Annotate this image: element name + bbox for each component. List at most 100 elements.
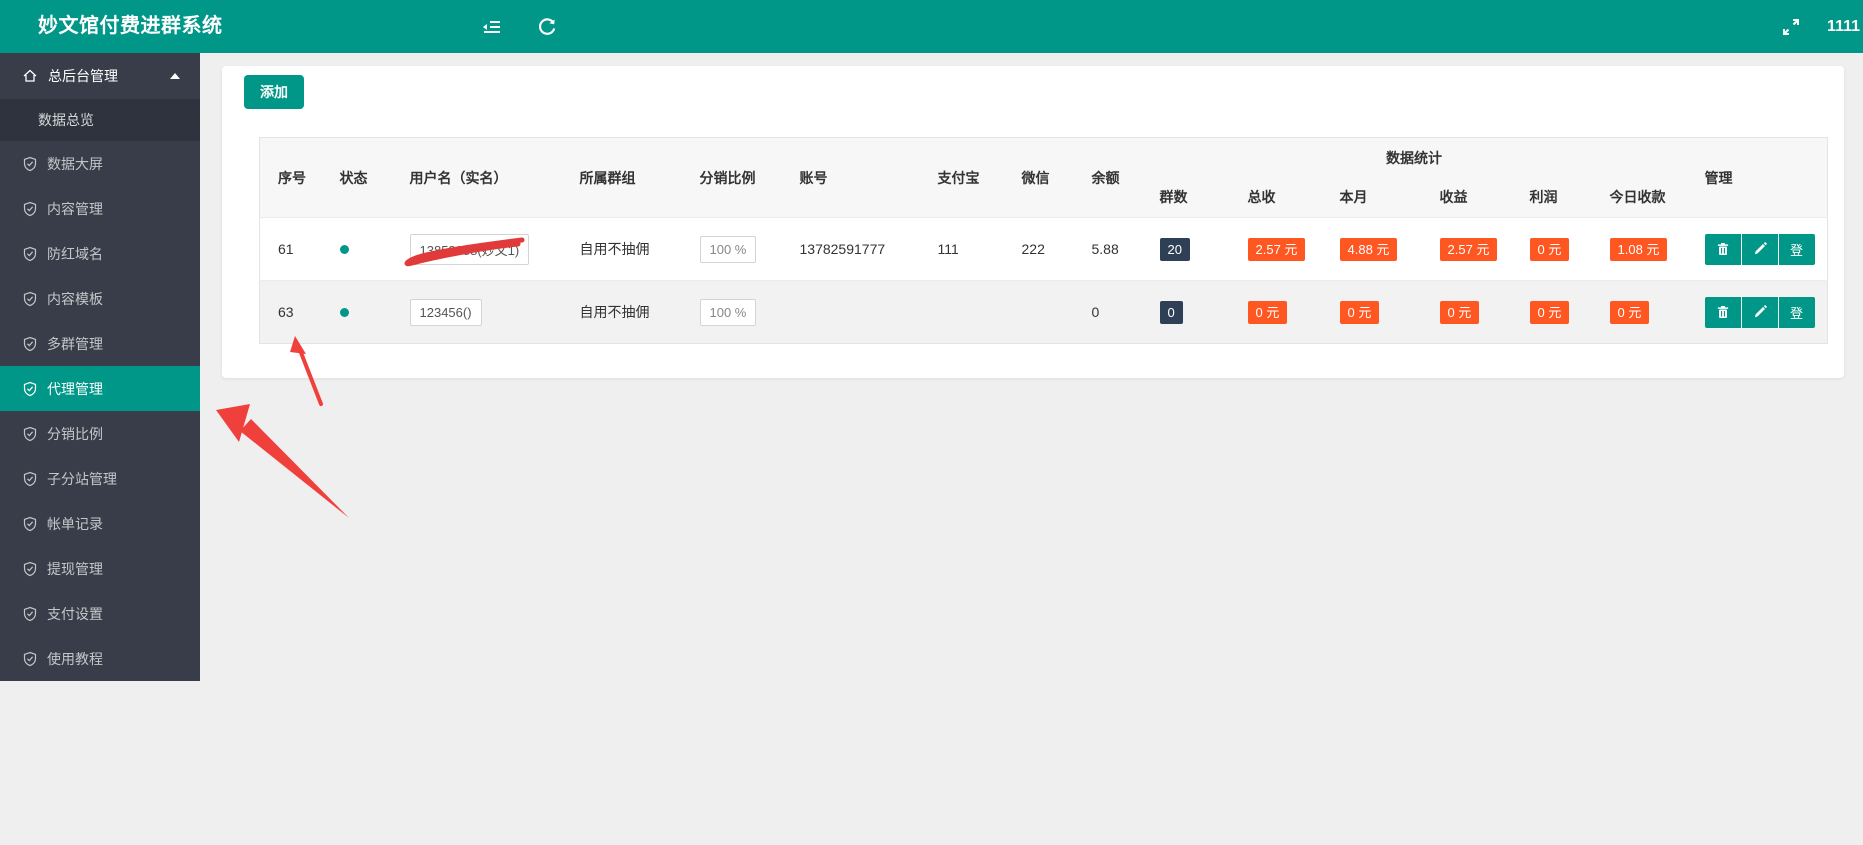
trash-icon <box>1717 243 1728 255</box>
today-badge: 0 元 <box>1609 300 1650 324</box>
table-header: 序号 状态 用户名（实名） 所属群组 分销比例 账号 支付宝 微信 余额 数据统… <box>259 137 1828 218</box>
shield-check-icon <box>23 561 37 576</box>
sidebar-item-distribution-ratio[interactable]: 分销比例 <box>0 411 200 456</box>
edit-button[interactable] <box>1741 233 1778 265</box>
col-header-username: 用户名（实名） <box>409 169 508 186</box>
cell-wechat <box>1004 281 1074 344</box>
shield-check-icon <box>23 426 37 441</box>
sidebar-item-label: 使用教程 <box>47 650 103 667</box>
sidebar-item-label: 多群管理 <box>47 335 103 352</box>
cell-account <box>782 281 920 344</box>
group-count-badge: 0 <box>1159 300 1183 324</box>
delete-button[interactable] <box>1704 296 1741 328</box>
pencil-icon <box>1754 305 1767 318</box>
col-header-profit: 利润 <box>1529 189 1558 206</box>
col-header-group-count: 群数 <box>1159 189 1188 206</box>
sidebar-item-substation-mgmt[interactable]: 子分站管理 <box>0 456 200 501</box>
sidebar-item-label: 数据大屏 <box>47 155 103 172</box>
sidebar-item-content-template[interactable]: 内容模板 <box>0 276 200 321</box>
shield-check-icon <box>23 291 37 306</box>
cell-total: 0 元 <box>1230 281 1322 344</box>
username-box[interactable]: 13858888(妙文1) <box>409 233 530 265</box>
col-header-today: 今日收款 <box>1609 189 1666 206</box>
today-badge: 1.08 元 <box>1609 237 1668 261</box>
add-button[interactable]: 添加 <box>244 75 304 109</box>
sidebar-item-data-overview[interactable]: 数据总览 <box>0 99 200 141</box>
shield-check-icon <box>23 606 37 621</box>
shield-check-icon <box>23 516 37 531</box>
ratio-box[interactable]: 100 % <box>699 298 757 326</box>
income-badge: 0 元 <box>1439 300 1480 324</box>
cell-seq: 61 <box>278 241 294 257</box>
cell-today: 1.08 元 <box>1592 218 1687 281</box>
cell-profit: 0 元 <box>1512 281 1592 344</box>
sidebar-item-withdrawal-mgmt[interactable]: 提现管理 <box>0 546 200 591</box>
login-as-button[interactable]: 登 <box>1778 233 1815 265</box>
sidebar-item-label: 代理管理 <box>47 380 103 397</box>
status-dot <box>339 308 349 317</box>
sidebar: 总后台管理 数据总览 数据大屏 内容管理 防红域名 内容模板 多群管理 代理管理… <box>0 53 200 681</box>
col-header-wechat: 微信 <box>1021 169 1050 186</box>
shield-check-icon <box>23 381 37 396</box>
cell-account: 13782591777 <box>799 241 886 257</box>
cell-group-count: 0 <box>1142 281 1230 344</box>
group-count-badge: 20 <box>1159 237 1190 261</box>
delete-button[interactable] <box>1704 233 1741 265</box>
col-header-balance: 余额 <box>1091 169 1120 186</box>
shield-check-icon <box>23 201 37 216</box>
cell-manage: 登 <box>1687 281 1828 344</box>
username-display[interactable]: 1111 <box>1827 0 1860 53</box>
main-content: 添加 序号 状态 用户名（实名） 所属群组 分销比例 账号 支付宝 微信 余额 … <box>200 53 1863 845</box>
agents-table: 序号 状态 用户名（实名） 所属群组 分销比例 账号 支付宝 微信 余额 数据统… <box>259 137 1829 344</box>
app-title: 妙文馆付费进群系统 <box>38 15 223 37</box>
cell-status <box>322 281 392 344</box>
sidebar-item-bill-records[interactable]: 帐单记录 <box>0 501 200 546</box>
col-header-ratio: 分销比例 <box>699 169 756 186</box>
sidebar-item-label: 帐单记录 <box>47 515 103 532</box>
sidebar-item-payment-settings[interactable]: 支付设置 <box>0 591 200 636</box>
cell-alipay: 111 <box>937 241 959 257</box>
trash-icon <box>1717 306 1728 318</box>
sidebar-item-data-screen[interactable]: 数据大屏 <box>0 141 200 186</box>
cell-wechat: 222 <box>1021 241 1045 257</box>
cell-ratio: 100 % <box>682 218 782 281</box>
collapse-menu-icon[interactable] <box>481 16 503 38</box>
shield-check-icon <box>23 336 37 351</box>
sidebar-item-tutorial[interactable]: 使用教程 <box>0 636 200 681</box>
sidebar-item-label: 支付设置 <box>47 605 103 622</box>
profit-badge: 0 元 <box>1529 237 1570 261</box>
sidebar-item-multi-group[interactable]: 多群管理 <box>0 321 200 366</box>
sidebar-item-label: 内容模板 <box>47 290 103 307</box>
login-as-button[interactable]: 登 <box>1778 296 1815 328</box>
col-header-month: 本月 <box>1339 189 1368 206</box>
cell-month: 0 元 <box>1322 281 1422 344</box>
cell-group-count: 20 <box>1142 218 1230 281</box>
month-badge: 4.88 元 <box>1339 237 1398 261</box>
sidebar-item-label: 提现管理 <box>47 560 103 577</box>
refresh-icon[interactable] <box>536 16 558 38</box>
edit-button[interactable] <box>1741 296 1778 328</box>
chevron-up-icon <box>170 73 180 79</box>
sidebar-item-content-mgmt[interactable]: 内容管理 <box>0 186 200 231</box>
col-header-manage: 管理 <box>1704 169 1733 186</box>
col-header-stats-group: 数据统计 <box>1386 149 1443 166</box>
sidebar-item-label: 内容管理 <box>47 200 103 217</box>
sidebar-item-antired-domain[interactable]: 防红域名 <box>0 231 200 276</box>
col-header-total: 总收 <box>1247 189 1276 206</box>
sidebar-item-main-admin[interactable]: 总后台管理 <box>0 53 200 99</box>
cell-status <box>322 218 392 281</box>
month-badge: 0 元 <box>1339 300 1380 324</box>
pencil-icon <box>1754 242 1767 255</box>
fullscreen-icon[interactable] <box>1780 16 1802 38</box>
cell-seq: 63 <box>278 304 294 320</box>
col-header-income: 收益 <box>1439 189 1468 206</box>
username-box[interactable]: 123456() <box>409 298 482 326</box>
cell-income: 2.57 元 <box>1422 218 1512 281</box>
sidebar-item-agent-mgmt[interactable]: 代理管理 <box>0 366 200 411</box>
home-icon <box>23 69 37 82</box>
table-row: 63 123456() 自用不抽佣 100 % 0 0 0 元 0 元 0 元 … <box>259 280 1828 344</box>
table-row: 61 13858888(妙文1) 自用不抽佣 100 % 13782591777 <box>259 217 1828 281</box>
col-header-seq: 序号 <box>278 169 306 186</box>
profit-badge: 0 元 <box>1529 300 1570 324</box>
ratio-box[interactable]: 100 % <box>699 235 757 263</box>
